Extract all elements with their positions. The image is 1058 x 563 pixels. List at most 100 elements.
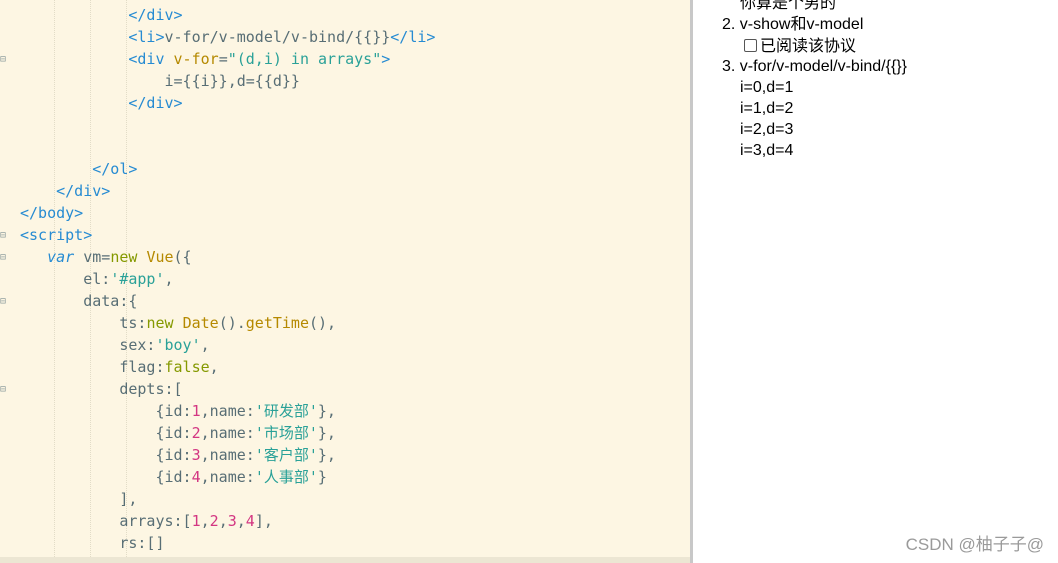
- code-token: {id:: [20, 424, 192, 442]
- list-item-2: 2. v-show和v-model: [722, 14, 863, 35]
- fold-marker-icon[interactable]: ⊟: [0, 384, 6, 395]
- code-token: ,: [218, 512, 228, 530]
- code-token: '市场部': [254, 424, 318, 442]
- code-token: (),: [309, 314, 337, 332]
- list-number: 3.: [722, 58, 736, 75]
- loop-row: i=2,d=3: [740, 121, 794, 138]
- agreement-checkbox[interactable]: [744, 39, 757, 52]
- list-item-text: v-show和v-model: [739, 16, 864, 33]
- code-token: flag:: [20, 358, 165, 376]
- code-token: <div: [128, 50, 174, 68]
- horizontal-scrollbar[interactable]: [0, 557, 690, 563]
- code-token: rs:[]: [20, 534, 165, 552]
- browser-preview-pane: 你算是个男的 2. v-show和v-model 已阅读该协议 3. v-for…: [693, 0, 1058, 563]
- code-token: ({: [173, 248, 192, 266]
- code-line[interactable]: ],: [20, 488, 435, 510]
- code-token: v-for: [173, 50, 219, 68]
- code-line[interactable]: {id:3,name:'客户部'},: [20, 444, 435, 466]
- code-line[interactable]: </div>: [20, 180, 435, 202]
- code-token: v-for/v-model/v-bind/{{}}: [164, 28, 391, 46]
- code-line[interactable]: {id:2,name:'市场部'},: [20, 422, 435, 444]
- code-line[interactable]: </div>: [20, 92, 435, 114]
- agreement-checkbox-row[interactable]: 已阅读该协议: [744, 36, 856, 57]
- code-token: el:: [20, 270, 111, 288]
- code-line[interactable]: flag:false,: [20, 356, 435, 378]
- code-token: "(d,i) in arrays": [227, 50, 382, 68]
- code-line[interactable]: i={{i}},d={{d}}: [20, 70, 435, 92]
- code-token: 2: [209, 512, 219, 530]
- code-token: '人事部': [254, 468, 318, 486]
- code-token: data:{: [20, 292, 138, 310]
- fold-marker-icon[interactable]: ⊟: [0, 296, 6, 307]
- code-token: </body>: [20, 204, 84, 222]
- checkbox-label: 已阅读该协议: [760, 38, 857, 55]
- code-line[interactable]: rs:[]: [20, 532, 435, 554]
- code-token: 1: [191, 402, 201, 420]
- code-token: '研发部': [254, 402, 318, 420]
- code-token: ,: [209, 358, 219, 376]
- code-token: <script>: [20, 226, 93, 244]
- code-token: new: [110, 248, 138, 266]
- code-token: =: [218, 50, 228, 68]
- code-line[interactable]: var vm=new Vue({: [20, 246, 435, 268]
- code-token: ().: [218, 314, 246, 332]
- code-token: ,: [164, 270, 174, 288]
- code-token: <li>: [128, 28, 165, 46]
- code-token: sex:: [20, 336, 156, 354]
- code-token: ,: [236, 512, 246, 530]
- code-line[interactable]: </body>: [20, 202, 435, 224]
- code-token: new: [146, 314, 174, 332]
- fold-marker-icon[interactable]: ⊟: [0, 54, 6, 65]
- code-editor-pane[interactable]: ⊟ ⊟ ⊟ ⊟ ⊟ </div> <li>v-for/v-model/v-bin…: [0, 0, 690, 563]
- code-token: >: [381, 50, 391, 68]
- list-item-text: v-for/v-model/v-bind/{{}}: [739, 58, 907, 75]
- code-token: '#app': [110, 270, 165, 288]
- code-line[interactable]: <script>: [20, 224, 435, 246]
- fold-marker-icon[interactable]: ⊟: [0, 230, 6, 241]
- code-lines[interactable]: </div> <li>v-for/v-model/v-bind/{{}}</li…: [20, 4, 435, 554]
- code-token: var: [47, 248, 75, 266]
- code-line[interactable]: {id:4,name:'人事部'}: [20, 466, 435, 488]
- code-token: },: [317, 424, 336, 442]
- code-line[interactable]: {id:1,name:'研发部'},: [20, 400, 435, 422]
- code-token: ts:: [20, 314, 147, 332]
- list-item-3: 3. v-for/v-model/v-bind/{{}}: [722, 56, 907, 77]
- code-token: vm=: [74, 248, 111, 266]
- code-token: 'boy': [155, 336, 201, 354]
- code-token: getTime: [245, 314, 309, 332]
- code-line[interactable]: </div>: [20, 4, 435, 26]
- code-token: {id:: [20, 446, 192, 464]
- code-line[interactable]: </ol>: [20, 158, 435, 180]
- code-token: ,name:: [200, 402, 255, 420]
- code-token: depts:[: [20, 380, 183, 398]
- code-token: {id:: [20, 468, 192, 486]
- code-token: ,: [200, 512, 210, 530]
- fold-marker-icon[interactable]: ⊟: [0, 252, 6, 263]
- code-token: }: [317, 468, 327, 486]
- code-line[interactable]: data:{: [20, 290, 435, 312]
- code-token: 4: [245, 512, 255, 530]
- loop-row: i=0,d=1: [740, 79, 794, 96]
- code-token: 4: [191, 468, 201, 486]
- code-line[interactable]: arrays:[1,2,3,4],: [20, 510, 435, 532]
- code-line[interactable]: depts:[: [20, 378, 435, 400]
- code-line[interactable]: <div v-for="(d,i) in arrays">: [20, 48, 435, 70]
- code-line[interactable]: sex:'boy',: [20, 334, 435, 356]
- code-token: {id:: [20, 402, 192, 420]
- code-line[interactable]: el:'#app',: [20, 268, 435, 290]
- code-token: i={{i}},d={{d}}: [20, 72, 300, 90]
- code-line[interactable]: [20, 114, 435, 136]
- code-token: </ol>: [92, 160, 138, 178]
- code-line[interactable]: [20, 136, 435, 158]
- code-token: },: [317, 446, 336, 464]
- code-line[interactable]: ts:new Date().getTime(),: [20, 312, 435, 334]
- code-line[interactable]: <li>v-for/v-model/v-bind/{{}}</li>: [20, 26, 435, 48]
- preview-partial-line: 你算是个男的: [740, 0, 837, 12]
